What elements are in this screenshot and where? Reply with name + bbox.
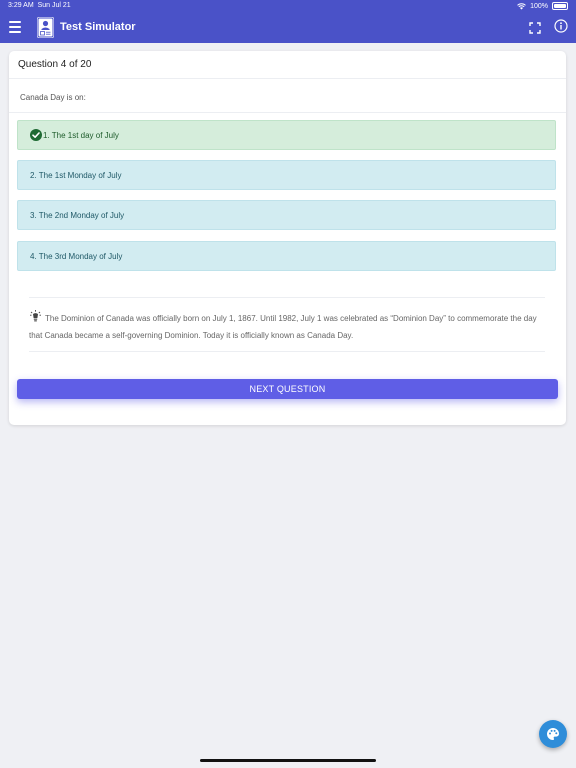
status-bar: 3:29 AM Sun Jul 21 100% xyxy=(0,0,576,13)
question-card: Question 4 of 20 Canada Day is on: 1. Th… xyxy=(9,51,566,425)
status-time: 3:29 AM xyxy=(8,2,34,9)
menu-icon-bar xyxy=(9,26,21,28)
menu-icon-bar xyxy=(9,21,21,23)
status-date: Sun Jul 21 xyxy=(37,2,71,9)
answer-option-label: 4. The 3rd Monday of July xyxy=(30,252,123,261)
explanation-text: The Dominion of Canada was officially bo… xyxy=(29,314,537,340)
status-time-date: 3:29 AM Sun Jul 21 xyxy=(8,2,71,9)
answer-option-4[interactable]: 4. The 3rd Monday of July xyxy=(17,241,556,271)
wifi-icon xyxy=(517,2,526,9)
answer-option-label: 2. The 1st Monday of July xyxy=(30,171,122,180)
menu-icon-bar xyxy=(9,31,21,33)
answer-option-2[interactable]: 2. The 1st Monday of July xyxy=(17,160,556,190)
next-question-button[interactable]: NEXT QUESTION xyxy=(17,379,558,399)
divider xyxy=(9,112,566,113)
explanation-box: The Dominion of Canada was officially bo… xyxy=(29,297,545,352)
answer-option-label: 1. The 1st day of July xyxy=(43,131,119,140)
question-prompt: Canada Day is on: xyxy=(20,93,86,102)
palette-icon xyxy=(547,728,559,740)
answer-option-3[interactable]: 3. The 2nd Monday of July xyxy=(17,200,556,230)
info-icon[interactable] xyxy=(554,19,568,33)
theme-palette-button[interactable] xyxy=(539,720,567,748)
check-circle-icon xyxy=(30,129,42,141)
battery-icon xyxy=(552,2,568,10)
battery-percentage: 100% xyxy=(530,2,548,10)
status-right: 100% xyxy=(517,2,568,10)
question-card-header: Question 4 of 20 xyxy=(9,51,566,79)
home-indicator xyxy=(200,759,376,762)
app-header: Test Simulator xyxy=(0,13,576,43)
menu-button[interactable] xyxy=(9,21,21,33)
question-counter: Question 4 of 20 xyxy=(18,59,92,70)
fullscreen-icon[interactable] xyxy=(529,21,541,34)
answer-option-1[interactable]: 1. The 1st day of July xyxy=(17,120,556,150)
app-title: Test Simulator xyxy=(60,21,136,33)
logo-icon xyxy=(37,17,54,38)
answer-option-label: 3. The 2nd Monday of July xyxy=(30,211,125,220)
